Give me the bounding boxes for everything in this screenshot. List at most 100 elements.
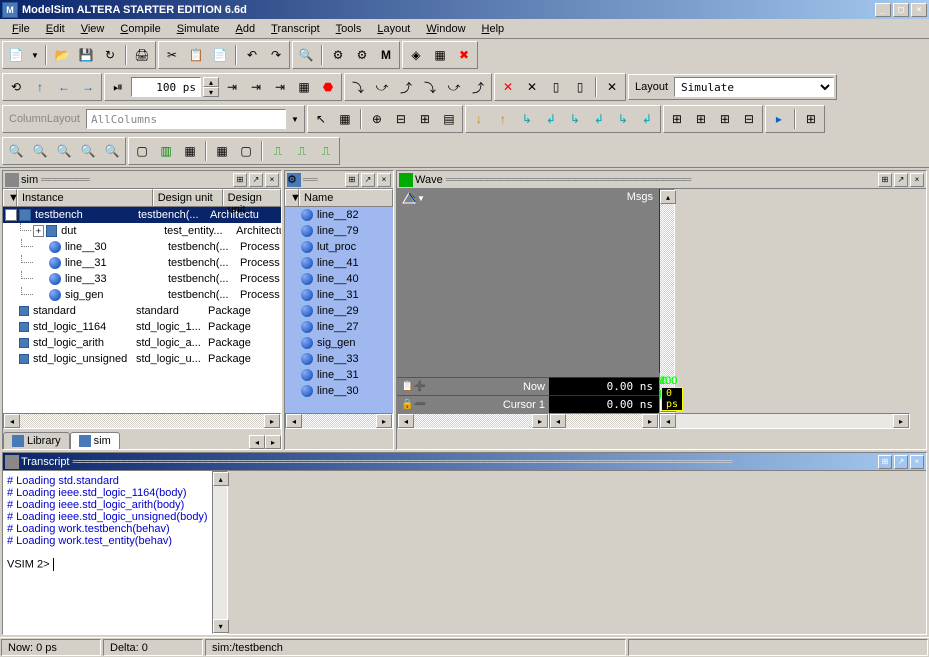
- zoom-last-button[interactable]: 🔍: [101, 140, 123, 162]
- maximize-button[interactable]: □: [893, 3, 909, 17]
- signal-btn-2[interactable]: ⎍: [291, 140, 313, 162]
- pane-undock-button[interactable]: ↗: [249, 173, 263, 187]
- open-button[interactable]: 📂: [51, 44, 73, 66]
- bookmark-button[interactable]: ▯: [545, 76, 567, 98]
- paste-button[interactable]: 📄: [209, 44, 231, 66]
- menu-window[interactable]: Window: [418, 21, 473, 37]
- scroll-right-button[interactable]: ▸: [264, 414, 280, 428]
- step-button-4[interactable]: ⤵: [419, 76, 441, 98]
- tree-icon-4[interactable]: ▤: [438, 108, 460, 130]
- step-button-6[interactable]: ⤴: [467, 76, 489, 98]
- menu-view[interactable]: View: [73, 21, 113, 37]
- pane-dock-button[interactable]: ⊞: [878, 455, 892, 469]
- sim-column-header[interactable]: Design unit: [223, 189, 281, 206]
- wave-btn-8[interactable]: ↲: [636, 108, 658, 130]
- wave-opt-2[interactable]: ⊞: [690, 108, 712, 130]
- copy-button[interactable]: 📋: [185, 44, 207, 66]
- transcript-body[interactable]: # Loading std.standard# Loading ieee.std…: [3, 471, 212, 634]
- tree-row[interactable]: std_logic_unsignedstd_logic_u...Package: [3, 351, 281, 367]
- wave-btn-2[interactable]: ↑: [492, 108, 514, 130]
- break-button[interactable]: ✖: [453, 44, 475, 66]
- format-btn-2[interactable]: ▥: [155, 140, 177, 162]
- menu-file[interactable]: File: [4, 21, 38, 37]
- zoom-tool-icon[interactable]: ▦: [334, 108, 356, 130]
- prism-icon[interactable]: [401, 191, 417, 205]
- scroll-up-button[interactable]: ▴: [660, 190, 676, 204]
- step-out-button[interactable]: ⤴: [395, 76, 417, 98]
- pane-undock-button[interactable]: ↗: [894, 173, 908, 187]
- menu-edit[interactable]: Edit: [38, 21, 73, 37]
- step-into-button[interactable]: ⤵: [347, 76, 369, 98]
- run-length-input[interactable]: [131, 77, 201, 97]
- signal-btn-1[interactable]: ⎍: [267, 140, 289, 162]
- wave-sig-hscroll[interactable]: ◂▸: [397, 413, 549, 429]
- time-up-button[interactable]: ▴: [203, 77, 219, 87]
- pointer-tool-button[interactable]: ↖: [310, 108, 332, 130]
- minimize-button[interactable]: _: [875, 3, 891, 17]
- break-sim-button[interactable]: ▦: [293, 76, 315, 98]
- tree-row[interactable]: +duttest_entity...Architectu: [3, 223, 281, 239]
- wave-btn-4[interactable]: ↲: [540, 108, 562, 130]
- scroll-left-button[interactable]: ◂: [4, 414, 20, 428]
- misc-icon[interactable]: ✕: [601, 76, 623, 98]
- wave-btn-3[interactable]: ↳: [516, 108, 538, 130]
- scroll-up-button[interactable]: ▴: [213, 472, 229, 486]
- redo-button[interactable]: ↷: [265, 44, 287, 66]
- time-down-button[interactable]: ▾: [203, 87, 219, 97]
- columnlayout-input[interactable]: [86, 109, 286, 129]
- wave-plot-hscroll[interactable]: ◂▸: [659, 413, 910, 429]
- wave-opt-3[interactable]: ⊞: [714, 108, 736, 130]
- wave-opt-1[interactable]: ⊞: [666, 108, 688, 130]
- format-btn-4[interactable]: ▦: [211, 140, 233, 162]
- name-list-item[interactable]: sig_gen: [285, 335, 393, 351]
- menu-help[interactable]: Help: [474, 21, 513, 37]
- tree-expand-button[interactable]: -: [5, 209, 17, 221]
- name-list-item[interactable]: line__31: [285, 287, 393, 303]
- scroll-left-button[interactable]: ◂: [286, 414, 302, 428]
- tab-scroll-left[interactable]: ◂: [249, 435, 265, 449]
- compile-button[interactable]: ⚙: [327, 44, 349, 66]
- pane-close-button[interactable]: ×: [377, 173, 391, 187]
- name-list-item[interactable]: line__27: [285, 319, 393, 335]
- run-step-button[interactable]: ⏯: [107, 76, 129, 98]
- back-button[interactable]: ←: [53, 76, 75, 98]
- wave-btn-7[interactable]: ↳: [612, 108, 634, 130]
- pane-close-button[interactable]: ×: [265, 173, 279, 187]
- pane-undock-button[interactable]: ↗: [894, 455, 908, 469]
- wave-cursor-marker[interactable]: 0 ps: [661, 387, 683, 411]
- menu-simulate[interactable]: Simulate: [169, 21, 228, 37]
- misc-btn-2[interactable]: ⊞: [800, 108, 822, 130]
- scroll-down-button[interactable]: ▾: [213, 619, 229, 633]
- wave-val-hscroll[interactable]: ◂▸: [549, 413, 659, 429]
- compile-all-button[interactable]: ⚙: [351, 44, 373, 66]
- name-column-header[interactable]: Name: [299, 189, 393, 206]
- transcript-vscroll[interactable]: ▴ ▾: [212, 471, 228, 634]
- pane-undock-button[interactable]: ↗: [361, 173, 375, 187]
- print-button[interactable]: 🖨: [131, 44, 153, 66]
- up-button[interactable]: ↑: [29, 76, 51, 98]
- pane-dock-button[interactable]: ⊞: [345, 173, 359, 187]
- name-list-item[interactable]: lut_proc: [285, 239, 393, 255]
- menu-add[interactable]: Add: [228, 21, 264, 37]
- forward-button[interactable]: →: [77, 76, 99, 98]
- name-list-item[interactable]: line__41: [285, 255, 393, 271]
- step-button-5[interactable]: ⤻: [443, 76, 465, 98]
- tree-row[interactable]: std_logic_1164std_logic_1...Package: [3, 319, 281, 335]
- name-list-item[interactable]: line__29: [285, 303, 393, 319]
- cursor-del-button[interactable]: ✕: [497, 76, 519, 98]
- cursor-button-2[interactable]: ✕: [521, 76, 543, 98]
- find-button[interactable]: 🔍: [295, 44, 317, 66]
- step-over-button[interactable]: ⤻: [371, 76, 393, 98]
- continue-run-button[interactable]: ⇥: [245, 76, 267, 98]
- signal-btn-3[interactable]: ⎍: [315, 140, 337, 162]
- menu-layout[interactable]: Layout: [369, 21, 418, 37]
- format-btn-5[interactable]: ▢: [235, 140, 257, 162]
- collapse-icon[interactable]: ⊟: [390, 108, 412, 130]
- name-list-item[interactable]: line__30: [285, 383, 393, 399]
- tree-row[interactable]: line__33testbench(...Process: [3, 271, 281, 287]
- scroll-right-button[interactable]: ▸: [376, 414, 392, 428]
- menu-compile[interactable]: Compile: [112, 21, 168, 37]
- tree-row[interactable]: sig_gentestbench(...Process: [3, 287, 281, 303]
- pane-dock-button[interactable]: ⊞: [878, 173, 892, 187]
- wave-opt-4[interactable]: ⊟: [738, 108, 760, 130]
